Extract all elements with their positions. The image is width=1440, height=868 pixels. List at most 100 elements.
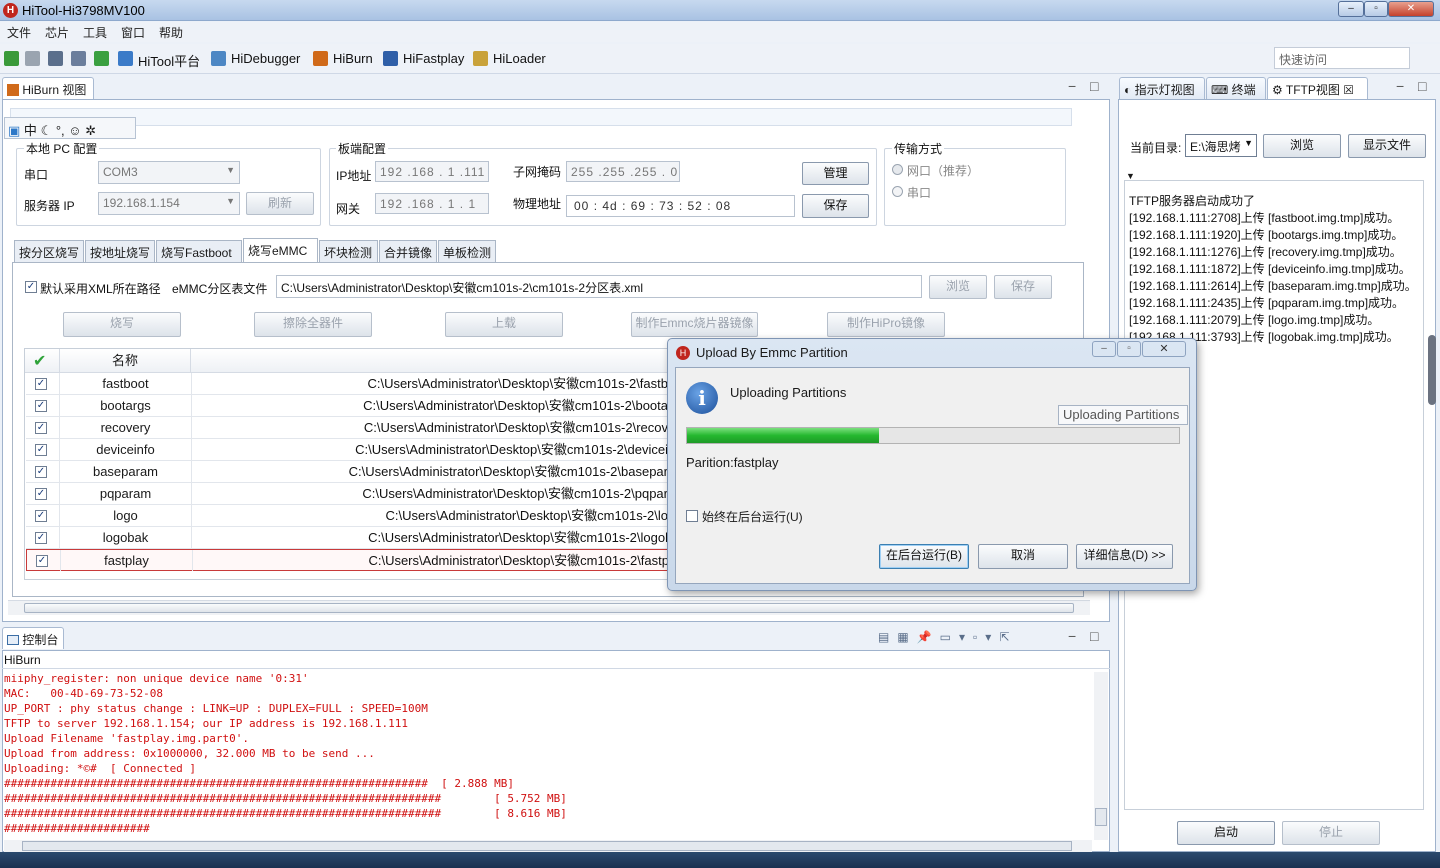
- mac-input[interactable]: 00 : 4d : 69 : 73 : 52 : 08: [566, 195, 795, 217]
- maximize-console-icon[interactable]: □: [1090, 628, 1098, 644]
- chevron-down-icon[interactable]: ▾: [985, 630, 991, 646]
- new-console-icon[interactable]: ▫: [973, 630, 977, 646]
- row-checkbox[interactable]: ✓: [35, 532, 47, 544]
- cancel-button[interactable]: 取消: [978, 544, 1068, 569]
- tab-badblock[interactable]: 坏块检测: [319, 240, 378, 262]
- open-console-icon[interactable]: ⇱: [999, 630, 1009, 646]
- menu-window[interactable]: 窗口: [121, 24, 145, 41]
- radio-serial[interactable]: [892, 186, 903, 197]
- toolbar-hifastplay[interactable]: HiFastplay: [403, 51, 464, 66]
- make-hipro-image-button[interactable]: 制作HiPro镜像: [827, 312, 945, 337]
- tftp-browse-button[interactable]: 浏览: [1263, 134, 1341, 158]
- table-row[interactable]: ✓ fastboot C:\Users\Administrator\Desktop\…: [26, 373, 668, 395]
- table-row[interactable]: ✓ logobak C:\Users\Administrator\Desktop\安…: [26, 527, 668, 549]
- maximize-button[interactable]: ▫: [1364, 1, 1388, 17]
- tab-hiburn-view[interactable]: HiBurn 视图: [2, 77, 94, 99]
- console-hscroll-thumb[interactable]: [22, 841, 1072, 851]
- maximize-view-icon[interactable]: □: [1090, 78, 1098, 94]
- tftp-start-button[interactable]: 启动: [1177, 821, 1275, 845]
- vscroll-thumb[interactable]: [1095, 808, 1107, 826]
- row-checkbox[interactable]: ✓: [35, 422, 47, 434]
- row-checkbox[interactable]: ✓: [35, 378, 47, 390]
- console-vscrollbar[interactable]: [1094, 672, 1108, 840]
- tab-board-check[interactable]: 单板检测: [438, 240, 496, 262]
- tab-led-view[interactable]: ◐ 指示灯视图: [1119, 77, 1205, 99]
- tab-merge-image[interactable]: 合并镜像: [379, 240, 437, 262]
- tab-tftp-view[interactable]: ⚙ TFTP视图 ☒: [1267, 77, 1368, 99]
- burn-icon[interactable]: [313, 51, 328, 66]
- table-row[interactable]: ✓ baseparam C:\Users\Administrator\Desktop…: [26, 461, 668, 483]
- disconnect-icon[interactable]: [25, 51, 40, 66]
- bug-icon[interactable]: [211, 51, 226, 66]
- manage-button[interactable]: 管理: [802, 162, 869, 185]
- tftp-stop-button[interactable]: 停止: [1282, 821, 1380, 845]
- row-checkbox[interactable]: ✓: [35, 400, 47, 412]
- fastplay-icon[interactable]: [383, 51, 398, 66]
- radio-network[interactable]: [892, 164, 903, 175]
- tab-address-burn[interactable]: 按地址烧写: [85, 240, 155, 262]
- erase-all-button[interactable]: 擦除全器件: [254, 312, 372, 337]
- make-emmc-image-button[interactable]: 制作Emmc烧片器镜像: [631, 312, 758, 337]
- browse-partition-button[interactable]: 浏览: [929, 275, 987, 299]
- hscroll-thumb[interactable]: [24, 603, 1074, 613]
- transfer-icon[interactable]: [94, 51, 109, 66]
- table-row[interactable]: ✓ pqparam C:\Users\Administrator\Desktop\安…: [26, 483, 668, 505]
- minimize-right-icon[interactable]: −: [1396, 78, 1404, 94]
- table-row[interactable]: ✓ deviceinfo C:\Users\Administrator\Deskto…: [26, 439, 668, 461]
- clear-console-icon[interactable]: ▤: [878, 630, 889, 646]
- tab-terminal[interactable]: ⌨ 终端 1: [1206, 77, 1266, 112]
- board-save-button[interactable]: 保存: [802, 194, 869, 218]
- row-checkbox[interactable]: ✓: [35, 466, 47, 478]
- quick-access-input[interactable]: 快速访问: [1274, 47, 1410, 69]
- ime-toolbar[interactable]: ▣ 中 ☾ °, ☺ ✲: [4, 117, 136, 139]
- config-icon[interactable]: [48, 51, 63, 66]
- toolbar-hiburn[interactable]: HiBurn: [333, 51, 373, 66]
- row-checkbox[interactable]: ✓: [35, 510, 47, 522]
- moon-icon[interactable]: ☾: [41, 123, 53, 138]
- tab-fastboot-burn[interactable]: 烧写Fastboot: [156, 240, 242, 262]
- chevron-down-icon[interactable]: ▾: [959, 630, 965, 646]
- tab-emmc-burn[interactable]: 烧写eMMC: [243, 238, 318, 263]
- right-scroll-thumb[interactable]: [1428, 335, 1436, 405]
- maximize-right-icon[interactable]: □: [1418, 78, 1426, 94]
- ime-logo-icon[interactable]: ▣: [8, 123, 20, 138]
- dialog-minimize-button[interactable]: –: [1092, 341, 1116, 357]
- console-hscrollbar[interactable]: [4, 840, 1092, 852]
- close-button[interactable]: ✕: [1388, 1, 1434, 17]
- ime-mode-label[interactable]: 中: [24, 123, 37, 138]
- dialog-close-button[interactable]: ✕: [1142, 341, 1186, 357]
- details-button[interactable]: 详细信息(D) >>: [1076, 544, 1173, 569]
- serial-select[interactable]: COM3 ▼: [98, 161, 240, 184]
- dialog-maximize-button[interactable]: ▫: [1117, 341, 1141, 357]
- minimize-console-icon[interactable]: −: [1068, 628, 1076, 644]
- table-row[interactable]: ✓ recovery C:\Users\Administrator\Desktop\…: [26, 417, 668, 439]
- connect-icon[interactable]: [4, 51, 19, 66]
- toolbar-hidebugger[interactable]: HiDebugger: [231, 51, 300, 66]
- server-ip-select[interactable]: 192.168.1.154 ▼: [98, 192, 240, 215]
- toolbar-hiloader[interactable]: HiLoader: [493, 51, 546, 66]
- subnet-mask-input[interactable]: 255 .255 .255 . 0: [566, 161, 680, 182]
- copy-icon[interactable]: [71, 51, 86, 66]
- table-row[interactable]: ✓ fastplay C:\Users\Administrator\Desktop\…: [26, 549, 669, 571]
- burn-button[interactable]: 烧写: [63, 312, 181, 337]
- menu-chip[interactable]: 芯片: [45, 24, 69, 41]
- refresh-button[interactable]: 刷新: [246, 192, 314, 215]
- gear-icon[interactable]: ✲: [85, 123, 96, 138]
- row-checkbox[interactable]: ✓: [35, 488, 47, 500]
- menu-tools[interactable]: 工具: [83, 24, 107, 41]
- home-icon[interactable]: [118, 51, 133, 66]
- partition-file-input[interactable]: C:\Users\Administrator\Desktop\安徽cm101s-…: [276, 275, 922, 298]
- minimize-button[interactable]: –: [1338, 1, 1364, 17]
- menu-help[interactable]: 帮助: [159, 24, 183, 41]
- table-row[interactable]: ✓ logo C:\Users\Administrator\Desktop\安徽cm…: [26, 505, 668, 527]
- upload-button[interactable]: 上载: [445, 312, 563, 337]
- scroll-lock-icon[interactable]: ▦: [897, 630, 908, 646]
- show-files-button[interactable]: 显示文件: [1348, 134, 1426, 158]
- minimize-view-icon[interactable]: −: [1068, 78, 1076, 94]
- menu-file[interactable]: 文件: [7, 24, 31, 41]
- row-checkbox[interactable]: ✓: [36, 555, 48, 567]
- loader-icon[interactable]: [473, 51, 488, 66]
- table-row[interactable]: ✓ bootargs C:\Users\Administrator\Desktop\…: [26, 395, 668, 417]
- hiburn-hscrollbar[interactable]: [8, 600, 1090, 615]
- emoji-icon[interactable]: ☺: [68, 123, 81, 138]
